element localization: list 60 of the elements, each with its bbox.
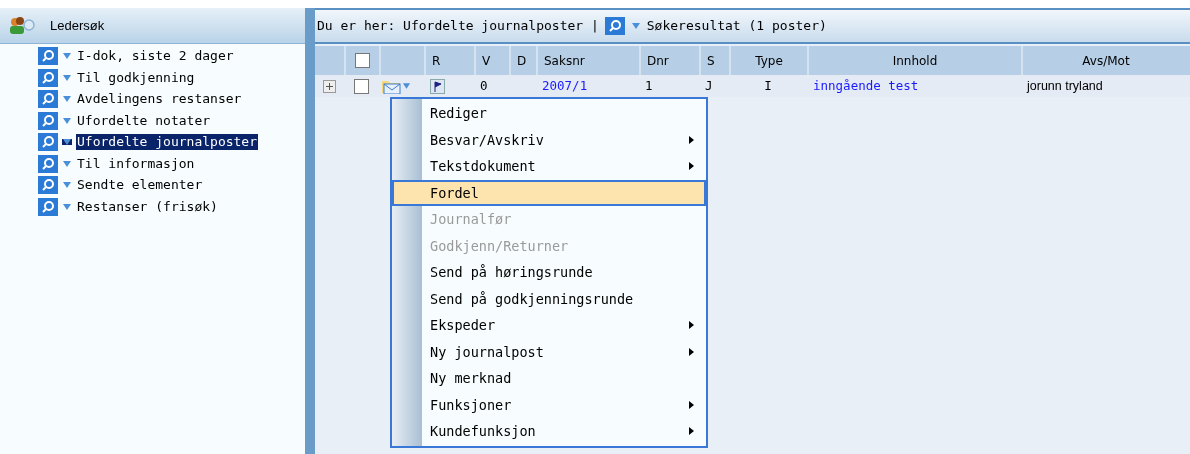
flag-icon[interactable] [430,78,445,94]
table-link[interactable]: 2007/1 [542,76,588,96]
search-icon[interactable] [38,176,58,194]
caret-icon[interactable] [62,160,72,167]
checkbox[interactable] [355,53,370,68]
caret-icon[interactable] [62,203,72,210]
breadcrumb-text: Du er her: Ufordelte journalposter | [317,17,599,36]
menu-item[interactable]: Besvar/Avskriv [392,126,706,153]
caret-icon[interactable] [62,139,72,145]
submenu-arrow-icon [689,135,694,144]
search-icon[interactable] [38,111,58,130]
search-icon[interactable] [38,68,58,87]
submenu-arrow-icon [689,347,694,356]
search-item[interactable]: Til informasjon [76,155,196,172]
submenu-arrow-icon [689,162,694,171]
menu-item[interactable]: Funksjoner [392,391,706,418]
caret-icon[interactable] [62,53,72,59]
menu-item[interactable]: Fordel [392,179,706,206]
panel-title: Ledersøk [50,16,105,35]
caret-icon[interactable] [402,83,411,89]
search-icon[interactable] [38,197,58,216]
search-item[interactable]: Ufordelte journalposter [76,134,258,150]
menu-item[interactable]: Rediger [392,100,706,127]
caret-icon[interactable] [62,74,72,81]
table-cell-text: jorunn tryland [1027,77,1103,95]
result-count: Søkeresultat (1 poster) [646,17,827,36]
caret-icon[interactable] [62,96,72,102]
table-link[interactable]: inngående test [813,76,919,96]
envelope-folder-icon[interactable] [381,78,401,94]
search-icon[interactable] [38,47,58,65]
table-cell-text: J [705,76,713,95]
menu-item[interactable]: Kundefunksjon [392,418,706,445]
submenu-arrow-icon [689,427,694,436]
caret-icon[interactable] [62,182,72,188]
menu-item[interactable]: Ny journalpost [392,338,706,365]
search-icon[interactable] [38,133,58,151]
menu-item[interactable]: Send på godkjenningsrunde [392,285,706,312]
table-cell-text: 0 [480,76,488,95]
search-icon[interactable] [604,17,625,35]
search-icon[interactable] [38,154,58,173]
search-icon[interactable] [38,90,58,108]
search-item[interactable]: I-dok, siste 2 dager [76,48,235,64]
menu-item[interactable]: Tekstdokument [392,153,706,180]
menu-item[interactable]: Ekspeder [392,312,706,339]
caret-icon[interactable] [62,117,72,124]
menu-item[interactable]: Ny merknad [392,365,706,392]
checkbox[interactable] [354,78,369,94]
people-search-icon [8,15,38,36]
search-item[interactable]: Til godkjenning [76,69,196,86]
expand-icon[interactable] [323,79,336,93]
search-item[interactable]: Sendte elementer [76,177,204,193]
submenu-arrow-icon [689,400,694,409]
submenu-arrow-icon [689,321,694,330]
table-cell-text: I [764,76,772,95]
search-item[interactable]: Restanser (frisøk) [76,198,219,215]
search-item[interactable]: Ufordelte notater [76,112,212,129]
menu-item[interactable]: Send på høringsrunde [392,259,706,286]
table-cell-text: 1 [645,76,653,95]
caret-icon[interactable] [630,23,641,29]
search-item[interactable]: Avdelingens restanser [76,91,243,107]
